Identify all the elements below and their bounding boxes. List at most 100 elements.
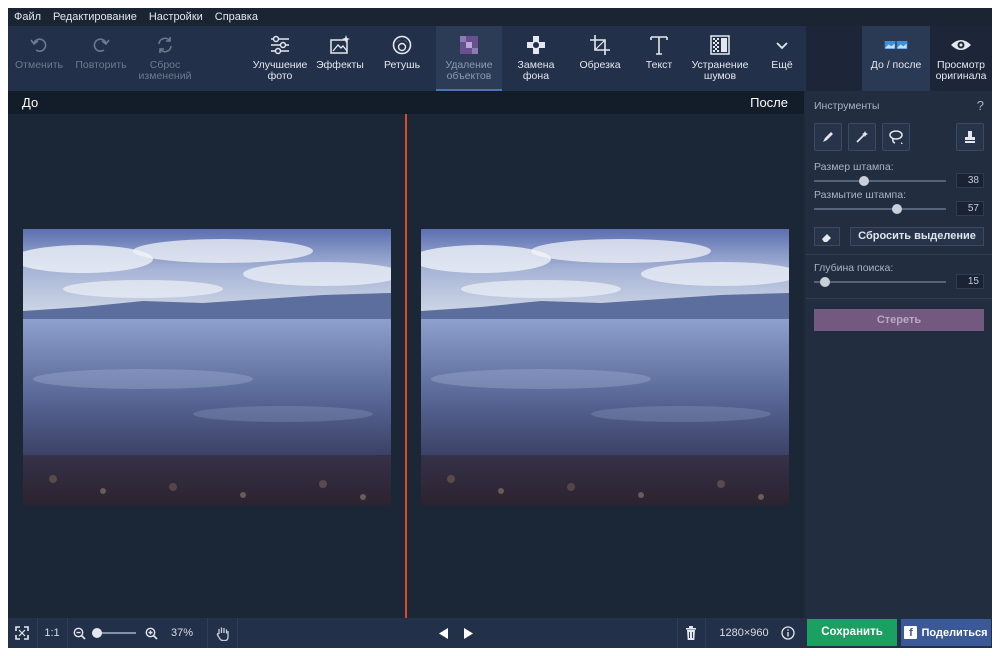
more-button[interactable]: Ещё: [760, 26, 804, 91]
effects-icon: [328, 33, 352, 57]
denoise-button[interactable]: Устранение шумов: [684, 26, 756, 91]
image-canvas[interactable]: [8, 114, 804, 618]
panel-separator: [806, 298, 992, 299]
info-button[interactable]: [778, 618, 798, 648]
fit-screen-button[interactable]: [8, 618, 36, 648]
stamp-size-value[interactable]: 38: [956, 173, 984, 188]
crop-label: Обрезка: [579, 59, 621, 71]
before-photo: [23, 229, 391, 505]
stamp-blur-value[interactable]: 57: [956, 201, 984, 216]
eraser-button[interactable]: [814, 227, 840, 246]
more-label: Ещё: [771, 59, 793, 71]
stamp-size-slider[interactable]: [814, 180, 946, 182]
eraser-icon: [822, 233, 831, 242]
remove-objects-label: Удаление объектов: [445, 59, 493, 82]
save-button[interactable]: Сохранить: [807, 619, 897, 646]
zoom-in-icon: [145, 627, 158, 640]
reset-icon: [153, 33, 177, 57]
text-button[interactable]: Текст: [634, 26, 684, 91]
enhance-label: Улучшение фото: [252, 59, 308, 82]
bottom-separator: [67, 618, 68, 648]
previous-image-button[interactable]: [436, 618, 452, 648]
replace-background-button[interactable]: Замена фона: [508, 26, 564, 91]
arrow-left-icon: [439, 627, 448, 639]
reset-label: Сброс изменений: [138, 59, 192, 82]
brush-tool-button[interactable]: [814, 123, 842, 151]
share-label: Поделиться: [921, 626, 988, 639]
replace-bg-label: Замена фона: [517, 59, 555, 82]
compare-divider[interactable]: [405, 114, 407, 618]
search-depth-slider[interactable]: [814, 281, 946, 283]
arrow-right-icon: [464, 627, 473, 639]
zoom-level: 37%: [170, 627, 194, 639]
undo-icon: [27, 33, 51, 57]
redo-icon: [89, 33, 113, 57]
remove-objects-button[interactable]: Удаление объектов: [436, 26, 502, 91]
menu-settings[interactable]: Настройки: [149, 11, 203, 23]
actual-size-button[interactable]: 1:1: [38, 618, 66, 648]
bottom-separator: [207, 618, 208, 648]
text-label: Текст: [645, 59, 673, 71]
redo-button[interactable]: Повторить: [70, 26, 132, 91]
reset-selection-button[interactable]: Сбросить выделение: [850, 227, 984, 246]
stamp-tool-button[interactable]: [956, 123, 984, 151]
share-button[interactable]: f Поделиться: [901, 619, 991, 646]
sliders-icon: [268, 33, 292, 57]
background-icon: [524, 33, 548, 57]
stamp-blur-label: Размытие штампа:: [814, 189, 907, 201]
retouch-label: Ретушь: [383, 59, 421, 71]
denoise-label: Устранение шумов: [691, 59, 749, 82]
retouch-button[interactable]: Ретушь: [372, 26, 432, 91]
crop-button[interactable]: Обрезка: [570, 26, 630, 91]
tools-panel: Инструменты ? Размер штампа: 38 Размытие…: [806, 91, 992, 618]
delete-button[interactable]: [680, 618, 702, 648]
undo-label: Отменить: [15, 59, 63, 71]
brush-icon: [823, 132, 833, 142]
menu-file[interactable]: Файл: [14, 11, 41, 23]
text-icon: [647, 33, 671, 57]
enhance-photo-button[interactable]: Улучшение фото: [248, 26, 312, 91]
stamp-size-label: Размер штампа:: [814, 161, 894, 173]
pan-button[interactable]: [210, 618, 236, 648]
reset-changes-button[interactable]: Сброс изменений: [134, 26, 196, 91]
view-tools: До / после Просмотр оригинала: [806, 26, 992, 91]
bottom-separator: [677, 618, 678, 648]
before-after-icon: [884, 33, 908, 57]
magic-wand-icon: [856, 131, 868, 143]
menu-edit[interactable]: Редактирование: [53, 11, 137, 23]
stamp-blur-slider[interactable]: [814, 208, 946, 210]
search-depth-value[interactable]: 15: [956, 274, 984, 289]
before-after-button[interactable]: До / после: [862, 26, 930, 91]
before-after-label: До / после: [870, 59, 922, 71]
bottom-separator: [237, 618, 238, 648]
effects-button[interactable]: Эффекты: [312, 26, 368, 91]
erase-button[interactable]: Стереть: [814, 309, 984, 331]
noise-icon: [708, 33, 732, 57]
face-icon: [390, 33, 414, 57]
crop-icon: [588, 33, 612, 57]
facebook-icon: f: [904, 626, 918, 639]
zoom-out-button[interactable]: [70, 618, 88, 648]
lasso-icon: [889, 130, 903, 144]
zoom-knob[interactable]: [92, 628, 102, 638]
info-icon: [781, 626, 795, 640]
redo-label: Повторить: [75, 59, 127, 71]
search-depth-knob[interactable]: [820, 277, 830, 287]
next-image-button[interactable]: [460, 618, 476, 648]
menu-help[interactable]: Справка: [215, 11, 258, 23]
stamp-size-knob[interactable]: [859, 176, 869, 186]
app-window: Файл Редактирование Настройки Справка От…: [8, 8, 992, 648]
lasso-tool-button[interactable]: [882, 123, 910, 151]
after-label: После: [750, 95, 788, 110]
chevron-down-icon: [770, 33, 794, 57]
zoom-in-button[interactable]: [142, 618, 160, 648]
help-icon[interactable]: ?: [977, 98, 984, 113]
preview-original-button[interactable]: Просмотр оригинала: [930, 26, 992, 91]
panel-title: Инструменты: [814, 100, 880, 112]
zoom-out-icon: [73, 627, 86, 640]
stamp-blur-knob[interactable]: [892, 204, 902, 214]
after-photo: [421, 229, 789, 505]
undo-button[interactable]: Отменить: [10, 26, 68, 91]
magic-wand-tool-button[interactable]: [848, 123, 876, 151]
menu-bar: Файл Редактирование Настройки Справка: [8, 8, 992, 26]
